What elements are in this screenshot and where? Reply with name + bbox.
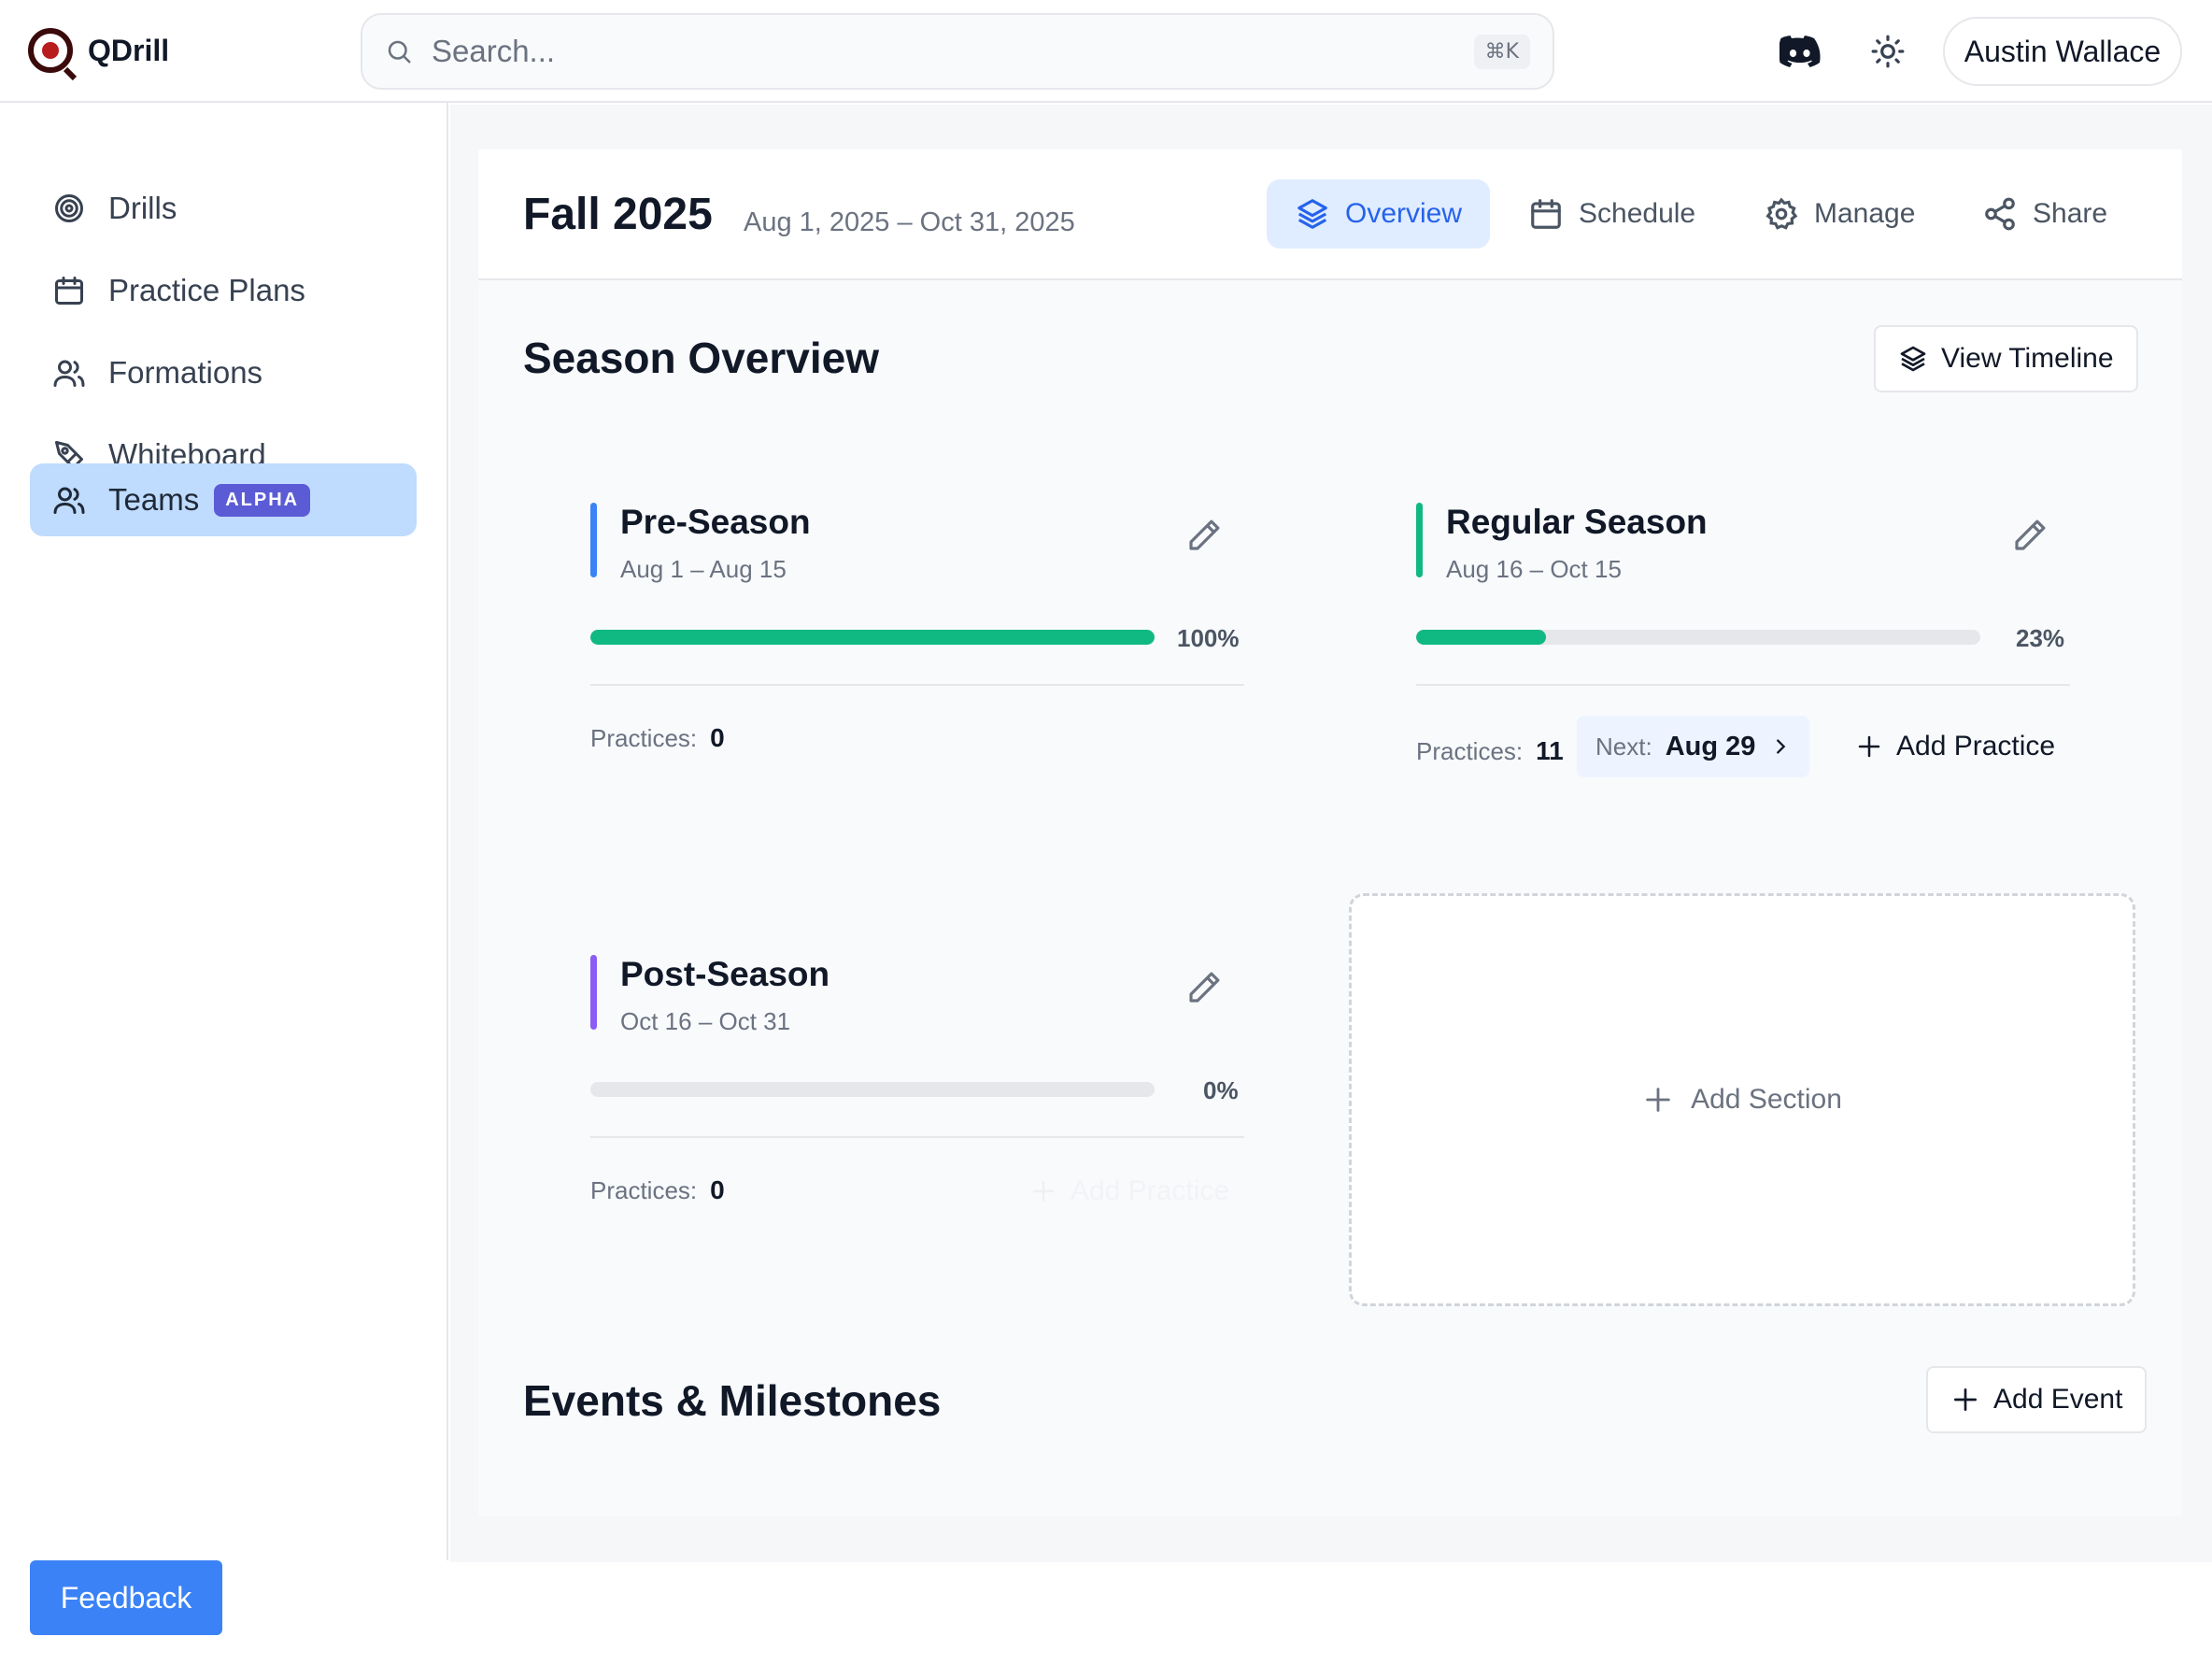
phase-color-bar bbox=[590, 955, 597, 1030]
plus-icon bbox=[1858, 735, 1880, 758]
pencil-icon[interactable] bbox=[1184, 968, 1224, 1007]
phase-name: Pre-Season bbox=[620, 503, 811, 541]
calendar-icon bbox=[55, 277, 83, 305]
search-shortcut: ⌘K bbox=[1473, 34, 1530, 69]
add-section-button[interactable]: Add Section bbox=[1349, 893, 2135, 1306]
next-label: Next: bbox=[1595, 732, 1652, 761]
main-content: Fall 2025 Aug 1, 2025 – Oct 31, 2025 Ove… bbox=[450, 105, 2212, 1562]
tab-manage[interactable]: Manage bbox=[1736, 179, 1943, 249]
season-header: Fall 2025 Aug 1, 2025 – Oct 31, 2025 Ove… bbox=[478, 149, 2182, 280]
plus-icon bbox=[1954, 1388, 1977, 1411]
phase-range: Aug 1 – Aug 15 bbox=[620, 555, 787, 583]
search-icon bbox=[388, 40, 411, 64]
phase-color-bar bbox=[1416, 503, 1423, 577]
button-label: Add Event bbox=[1993, 1384, 2123, 1415]
button-label: Add Section bbox=[1691, 1084, 1842, 1115]
phase-card-regular-season: Regular Season Aug 16 – Oct 15 23% Pract… bbox=[1416, 503, 2070, 783]
tab-label: Overview bbox=[1345, 198, 1463, 229]
phase-card-pre-season: Pre-Season Aug 1 – Aug 15 100% Practices… bbox=[590, 503, 1244, 783]
progress-percent: 0% bbox=[1203, 1076, 1239, 1104]
tab-label: Manage bbox=[1814, 198, 1916, 229]
next-practice-link[interactable]: Next: Aug 29 bbox=[1577, 716, 1810, 777]
chevron-right-icon bbox=[1777, 739, 1786, 754]
practices-count: Practices: 0 bbox=[590, 1175, 725, 1205]
pencil-icon[interactable] bbox=[2010, 516, 2049, 555]
sidebar-item-label: Drills bbox=[108, 191, 177, 225]
season-title: Fall 2025 bbox=[523, 190, 713, 239]
target-icon bbox=[55, 194, 83, 222]
progress-bar bbox=[590, 630, 1155, 645]
tab-share[interactable]: Share bbox=[1954, 179, 2135, 249]
practices-value: 0 bbox=[710, 1175, 725, 1204]
alpha-badge: ALPHA bbox=[214, 483, 311, 517]
progress-percent: 100% bbox=[1177, 624, 1240, 652]
app-name: QDrill bbox=[88, 33, 170, 67]
layers-icon bbox=[1297, 199, 1327, 229]
next-date: Aug 29 bbox=[1665, 731, 1756, 761]
phase-card-post-season: Post-Season Oct 16 – Oct 31 0% Practices… bbox=[590, 955, 1244, 1235]
sidebar-item-label: Practice Plans bbox=[108, 273, 305, 307]
sidebar-item-label: Formations bbox=[108, 355, 263, 390]
events-title: Events & Milestones bbox=[523, 1376, 942, 1425]
practices-label: Practices: bbox=[590, 723, 698, 752]
qdrill-logo-icon bbox=[28, 28, 73, 73]
progress-bar bbox=[1416, 630, 1980, 645]
view-timeline-button[interactable]: View Timeline bbox=[1874, 325, 2138, 392]
sidebar-item-formations[interactable]: Formations bbox=[30, 336, 417, 409]
sidebar-item-label: Teams bbox=[108, 482, 200, 517]
phase-color-bar bbox=[590, 503, 597, 577]
sidebar: Drills Practice Plans Formations Whitebo… bbox=[0, 103, 448, 1560]
season-dates: Aug 1, 2025 – Oct 31, 2025 bbox=[744, 207, 1075, 237]
plus-icon bbox=[1646, 1088, 1670, 1112]
practices-value: 11 bbox=[1536, 736, 1564, 765]
user-menu-button[interactable]: Austin Wallace bbox=[1943, 17, 2182, 86]
tab-label: Share bbox=[2033, 198, 2108, 229]
tab-label: Schedule bbox=[1579, 198, 1696, 229]
sidebar-item-practice-plans[interactable]: Practice Plans bbox=[30, 254, 417, 327]
search-bar[interactable]: ⌘K bbox=[361, 13, 1554, 90]
progress-percent: 23% bbox=[2016, 624, 2065, 652]
practices-label: Practices: bbox=[590, 1175, 698, 1204]
pencil-icon[interactable] bbox=[1184, 516, 1224, 555]
add-practice-button[interactable]: Add Practice bbox=[1029, 1160, 1229, 1222]
button-label: View Timeline bbox=[1941, 343, 2114, 374]
share-icon bbox=[1985, 197, 2015, 231]
practices-count: Practices: 11 bbox=[1416, 736, 1564, 766]
progress-fill bbox=[1416, 630, 1546, 645]
button-label: Add Practice bbox=[1896, 731, 2056, 761]
divider bbox=[1416, 684, 2070, 686]
app-logo[interactable]: QDrill bbox=[28, 28, 169, 73]
sidebar-item-teams[interactable]: Teams ALPHA bbox=[30, 463, 417, 536]
tab-overview[interactable]: Overview bbox=[1267, 179, 1491, 249]
plus-icon bbox=[1032, 1180, 1055, 1202]
layers-icon bbox=[1900, 346, 1926, 372]
discord-icon[interactable] bbox=[1779, 30, 1822, 73]
divider bbox=[590, 684, 1244, 686]
tab-schedule[interactable]: Schedule bbox=[1500, 179, 1723, 249]
button-label: Add Practice bbox=[1071, 1175, 1230, 1206]
calendar-icon bbox=[1531, 199, 1561, 229]
phase-range: Oct 16 – Oct 31 bbox=[620, 1007, 791, 1035]
top-bar: QDrill ⌘K Austin Wallace bbox=[0, 0, 2212, 103]
theme-toggle-sun-icon[interactable] bbox=[1866, 30, 1909, 73]
users-icon bbox=[53, 360, 85, 387]
phase-name: Regular Season bbox=[1446, 503, 1708, 541]
season-card: Fall 2025 Aug 1, 2025 – Oct 31, 2025 Ove… bbox=[478, 149, 2182, 1516]
search-input[interactable] bbox=[432, 34, 1474, 69]
phase-range: Aug 16 – Oct 15 bbox=[1446, 555, 1622, 583]
phase-name: Post-Season bbox=[620, 955, 830, 993]
progress-fill bbox=[590, 630, 1155, 645]
sidebar-item-drills[interactable]: Drills bbox=[30, 172, 417, 245]
gear-icon bbox=[1765, 197, 1798, 230]
divider bbox=[590, 1136, 1244, 1138]
season-overview-title: Season Overview bbox=[523, 334, 879, 382]
add-event-button[interactable]: Add Event bbox=[1926, 1366, 2148, 1433]
progress-bar bbox=[590, 1082, 1155, 1097]
feedback-button[interactable]: Feedback bbox=[30, 1560, 222, 1635]
users-icon bbox=[53, 487, 85, 514]
practices-value: 0 bbox=[710, 723, 725, 752]
practices-count: Practices: 0 bbox=[590, 723, 725, 753]
practices-label: Practices: bbox=[1416, 736, 1524, 765]
add-practice-button[interactable]: Add Practice bbox=[1855, 716, 2055, 777]
